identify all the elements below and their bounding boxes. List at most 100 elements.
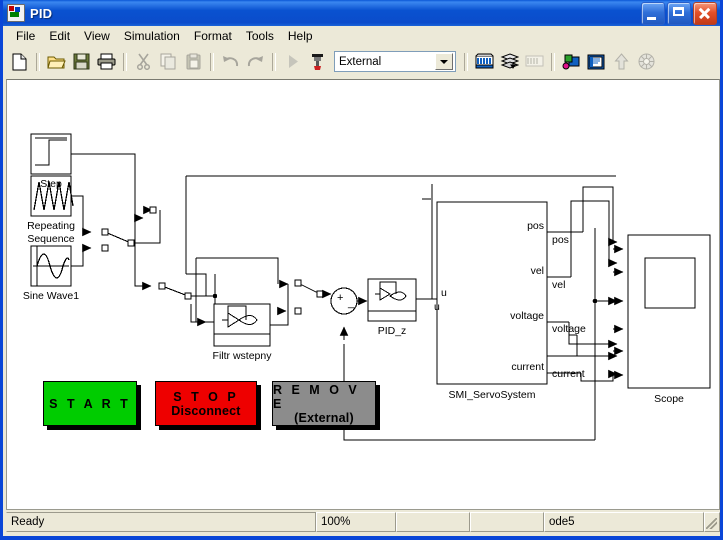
manual-switch-2[interactable] <box>149 206 157 214</box>
remove-label-line2: (External) <box>294 410 354 425</box>
start-sim-block[interactable]: S T A R T <box>43 381 137 426</box>
stop-disconnect-block[interactable]: S T O P Disconnect <box>155 381 257 426</box>
manual-switch-5b[interactable] <box>294 307 302 315</box>
library-browser-icon[interactable] <box>472 50 496 73</box>
menu-simulation[interactable]: Simulation <box>117 27 187 45</box>
block-step[interactable] <box>30 133 72 175</box>
floppy-save-icon[interactable] <box>69 50 93 73</box>
label-pid-z: PID_z <box>378 325 407 337</box>
remove-label-line1: R E M O V E <box>273 382 360 411</box>
redo-arrow-icon <box>243 50 267 73</box>
menu-format[interactable]: Format <box>187 27 239 45</box>
toolbar-separator <box>464 52 468 71</box>
toolbar-separator <box>272 52 276 71</box>
block-filtr-wstepny[interactable] <box>213 303 271 347</box>
stop-label-line2: Disconnect <box>171 403 241 418</box>
stop-label-line1: S T O P <box>173 389 239 404</box>
signal-label-vel: vel <box>552 279 565 291</box>
help-wheel-icon <box>634 50 658 73</box>
chevron-down-icon[interactable] <box>435 53 453 70</box>
menu-view[interactable]: View <box>77 27 117 45</box>
status-field-a <box>396 512 470 532</box>
status-bar: Ready 100% ode5 <box>6 512 720 532</box>
simulation-mode-value: External <box>339 55 382 68</box>
toolbar-separator <box>36 52 40 71</box>
menu-edit[interactable]: Edit <box>42 27 77 45</box>
manual-switch-4[interactable] <box>101 244 109 252</box>
wire-filter-top-loop <box>196 257 279 284</box>
status-message: Ready <box>6 512 316 532</box>
label-repeating-1: Repeating <box>27 220 75 232</box>
signal-label-u-pid: u <box>434 301 440 313</box>
resize-grip-icon[interactable] <box>704 512 720 532</box>
update-diagram-icon <box>522 50 546 73</box>
manual-switch-1[interactable] <box>158 282 192 300</box>
block-pid-z[interactable] <box>367 278 417 322</box>
scissors-icon <box>131 50 155 73</box>
clipboard-paste-icon <box>181 50 205 73</box>
model-canvas[interactable]: Step Repeating Sequence Sine Wave1 Filtr… <box>6 79 720 510</box>
window-title: PID <box>30 5 53 21</box>
wire-scope6-feed <box>587 375 614 382</box>
smi-out-voltage: voltage <box>510 310 544 322</box>
block-diagram[interactable]: Step Repeating Sequence Sine Wave1 Filtr… <box>7 80 720 510</box>
window-controls <box>641 2 717 25</box>
open-folder-icon[interactable] <box>44 50 68 73</box>
start-label-line1: S T A R T <box>49 396 131 411</box>
smi-out-pos: pos <box>527 220 544 232</box>
minimize-button[interactable] <box>641 2 665 25</box>
wire-sine-out <box>71 243 92 267</box>
simulink-model-window: PID File Edit View Simulation Format Too… <box>0 0 723 540</box>
toolbar-separator <box>551 52 555 71</box>
manual-switch-3[interactable] <box>101 228 135 247</box>
label-smi-servosystem: SMI_ServoSystem <box>449 389 536 401</box>
wire-sw3-out <box>134 210 161 244</box>
close-button[interactable] <box>693 2 717 25</box>
toolbar-separator <box>210 52 214 71</box>
wire-pos-to-scope <box>582 186 618 247</box>
toolbar: External <box>3 47 720 77</box>
label-sine-wave1: Sine Wave1 <box>23 290 79 302</box>
maximize-button[interactable] <box>667 2 691 25</box>
menu-tools[interactable]: Tools <box>239 27 281 45</box>
label-step: Step <box>40 178 62 190</box>
signal-label-u-smi: u <box>441 287 447 299</box>
smi-out-current: current <box>511 361 544 373</box>
new-document-icon[interactable] <box>7 50 31 73</box>
wire-current-to-scope <box>580 369 618 382</box>
signal-label-pos: pos <box>552 234 569 246</box>
build-model-icon[interactable] <box>305 50 329 73</box>
label-repeating-2: Sequence <box>27 233 74 245</box>
printer-icon[interactable] <box>94 50 118 73</box>
signal-label-voltage: voltage <box>552 323 586 335</box>
signal-label-current: current <box>552 368 585 380</box>
status-solver: ode5 <box>544 512 704 532</box>
debugger-icon[interactable] <box>559 50 583 73</box>
block-sine-wave1[interactable] <box>30 245 72 287</box>
toolbar-separator <box>123 52 127 71</box>
play-triangle-icon <box>280 50 304 73</box>
copy-pages-icon <box>156 50 180 73</box>
simulink-model-icon <box>7 4 25 22</box>
wire-vel-to-scope <box>570 200 618 277</box>
menu-file[interactable]: File <box>9 27 42 45</box>
model-explorer-icon[interactable] <box>584 50 608 73</box>
up-arrow-icon <box>609 50 633 73</box>
label-filtr-wstepny: Filtr wstepny <box>213 350 273 362</box>
wire-filter-out <box>270 284 289 326</box>
wire-to-filter-left <box>190 296 216 323</box>
label-scope: Scope <box>654 393 684 405</box>
status-zoom: 100% <box>316 512 396 532</box>
manual-switch-5[interactable] <box>294 279 324 298</box>
status-field-b <box>470 512 544 532</box>
smi-out-vel: vel <box>531 265 544 277</box>
title-bar[interactable]: PID <box>3 0 720 26</box>
simulation-mode-combo[interactable]: External <box>334 51 456 72</box>
undo-arrow-icon <box>218 50 242 73</box>
remove-external-block[interactable]: R E M O V E (External) <box>272 381 376 426</box>
block-scope[interactable] <box>627 234 711 389</box>
menu-bar: File Edit View Simulation Format Tools H… <box>3 26 720 47</box>
sum-sign-plus: + <box>337 292 343 304</box>
model-browser-icon[interactable] <box>497 50 521 73</box>
menu-help[interactable]: Help <box>281 27 320 45</box>
